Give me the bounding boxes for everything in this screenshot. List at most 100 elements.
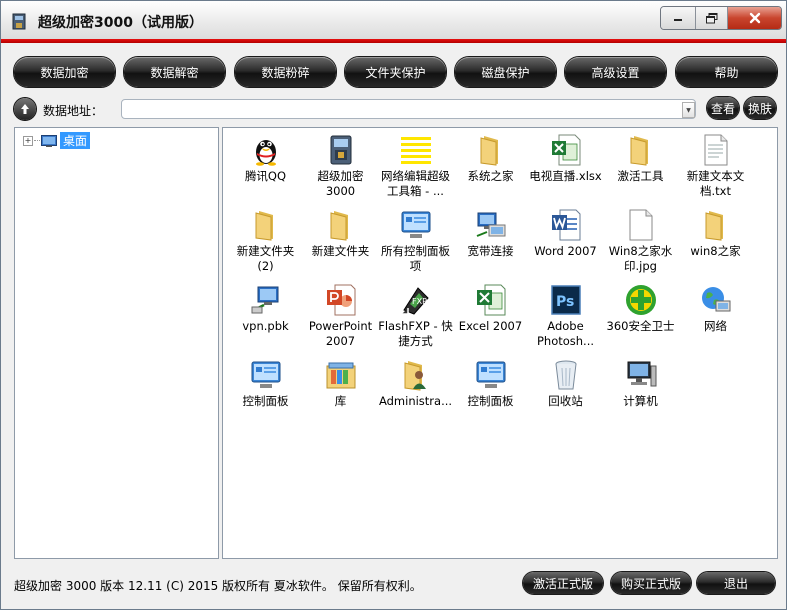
file-item[interactable]: FXP FlashFXP - 快捷方式 [378, 281, 453, 356]
file-name: 激活工具 [617, 169, 664, 183]
file-item[interactable]: 计算机 [603, 356, 678, 431]
desktop-icon [41, 134, 57, 147]
file-item[interactable]: Word 2007 [528, 206, 603, 281]
file-name: vpn.pbk [242, 319, 289, 333]
text-file-icon [700, 134, 732, 166]
image-file-icon [625, 209, 657, 241]
activate-button[interactable]: 激活正式版 [523, 572, 603, 594]
file-name: 腾讯QQ [244, 169, 287, 183]
decrypt-button[interactable]: 数据解密 [124, 57, 225, 87]
file-name: 计算机 [623, 394, 658, 408]
file-item[interactable]: 宽带连接 [453, 206, 528, 281]
notepad-lines-icon [400, 134, 432, 166]
excel-file-icon [550, 134, 582, 166]
file-item[interactable]: 网络 [678, 281, 753, 356]
tree-item-label: 桌面 [60, 132, 91, 149]
control-panel-icon [400, 209, 432, 241]
svg-text:Ps: Ps [556, 294, 574, 310]
file-name: 360安全卫士 [606, 319, 675, 333]
file-item[interactable]: 新建文件夹 [303, 206, 378, 281]
tree-connector [34, 140, 40, 141]
file-name: 库 [334, 394, 347, 408]
buy-button[interactable]: 购买正式版 [611, 572, 691, 594]
restore-button[interactable] [696, 7, 728, 29]
title-bar[interactable]: 超级加密3000（试用版） [1, 1, 786, 39]
file-item[interactable]: 激活工具 [603, 131, 678, 206]
file-grid: 腾讯QQ 超级加密3000 网络编辑超级工具箱 - ... 系统之家 电视直播.… [228, 131, 773, 431]
app-box-icon [325, 134, 357, 166]
svg-text:FXP: FXP [412, 297, 427, 306]
powerpoint-icon [325, 284, 357, 316]
minimize-button[interactable] [661, 7, 696, 29]
file-name: 控制面板 [467, 394, 514, 408]
window-controls [660, 6, 782, 30]
help-button[interactable]: 帮助 [676, 57, 777, 87]
title-accent-line [1, 39, 786, 43]
file-name: 回收站 [548, 394, 583, 408]
file-item[interactable]: Excel 2007 [453, 281, 528, 356]
file-view[interactable]: 腾讯QQ 超级加密3000 网络编辑超级工具箱 - ... 系统之家 电视直播.… [222, 127, 778, 559]
close-icon [749, 12, 760, 24]
file-name: Adobe Photosh... [536, 319, 595, 348]
file-name: 新建文件夹 [311, 244, 370, 258]
file-name: win8之家 [690, 244, 741, 258]
tree-expander[interactable]: + [23, 135, 33, 146]
photoshop-icon: Ps [550, 284, 582, 316]
address-dropdown-button[interactable]: ▼ [682, 102, 695, 118]
file-item[interactable]: 新建文本文档.txt [678, 131, 753, 206]
window-title: 超级加密3000（试用版） [38, 15, 203, 31]
restore-icon [705, 12, 717, 23]
disk-protect-button[interactable]: 磁盘保护 [455, 57, 556, 87]
file-name: 系统之家 [467, 169, 514, 183]
control-panel-icon [475, 359, 507, 391]
folder-icon [700, 209, 732, 241]
file-item[interactable]: 控制面板 [453, 356, 528, 431]
address-input[interactable] [121, 99, 696, 119]
file-item[interactable]: win8之家 [678, 206, 753, 281]
folder-icon [625, 134, 657, 166]
file-name: Administra... [378, 394, 453, 408]
chevron-down-icon: ▼ [686, 106, 691, 114]
folder-protect-button[interactable]: 文件夹保护 [345, 57, 446, 87]
file-item[interactable]: 腾讯QQ [228, 131, 303, 206]
skin-button[interactable]: 换肤 [744, 97, 776, 119]
file-item[interactable]: PowerPoint 2007 [303, 281, 378, 356]
file-item[interactable]: 所有控制面板项 [378, 206, 453, 281]
file-item[interactable]: Ps Adobe Photosh... [528, 281, 603, 356]
arrow-up-icon [21, 104, 29, 114]
file-item[interactable]: 360安全卫士 [603, 281, 678, 356]
computer-icon [625, 359, 657, 391]
close-button[interactable] [728, 7, 781, 29]
file-item[interactable]: Win8之家水印.jpg [603, 206, 678, 281]
file-name: Excel 2007 [458, 319, 523, 333]
folder-icon [475, 134, 507, 166]
file-item[interactable]: 超级加密3000 [303, 131, 378, 206]
file-item[interactable]: 网络编辑超级工具箱 - ... [378, 131, 453, 206]
encrypt-button[interactable]: 数据加密 [14, 57, 115, 87]
qq-penguin-icon [250, 134, 282, 166]
folder-icon [250, 209, 282, 241]
tree-item-desktop[interactable]: + 桌面 [23, 132, 91, 149]
file-name: FlashFXP - 快捷方式 [378, 319, 453, 348]
file-item[interactable]: 控制面板 [228, 356, 303, 431]
file-name: 电视直播.xlsx [529, 169, 602, 183]
file-item[interactable]: 电视直播.xlsx [528, 131, 603, 206]
file-item[interactable]: 系统之家 [453, 131, 528, 206]
address-bar: 数据地址： ▼ 查看 换肤 [1, 97, 786, 123]
flashfxp-icon: FXP [400, 284, 432, 316]
file-name: 超级加密3000 [317, 169, 364, 198]
up-button[interactable] [14, 98, 36, 120]
file-name: 网络 [704, 319, 727, 333]
recycle-bin-icon [550, 359, 582, 391]
file-item[interactable]: 新建文件夹 (2) [228, 206, 303, 281]
file-item[interactable]: 回收站 [528, 356, 603, 431]
file-name: 新建文本文档.txt [686, 169, 745, 198]
shred-button[interactable]: 数据粉碎 [235, 57, 336, 87]
file-item[interactable]: vpn.pbk [228, 281, 303, 356]
view-button[interactable]: 查看 [707, 97, 739, 119]
exit-button[interactable]: 退出 [697, 572, 775, 594]
file-item[interactable]: Administra... [378, 356, 453, 431]
advanced-settings-button[interactable]: 高级设置 [565, 57, 666, 87]
file-item[interactable]: 库 [303, 356, 378, 431]
folder-tree[interactable]: + 桌面 [14, 127, 219, 559]
